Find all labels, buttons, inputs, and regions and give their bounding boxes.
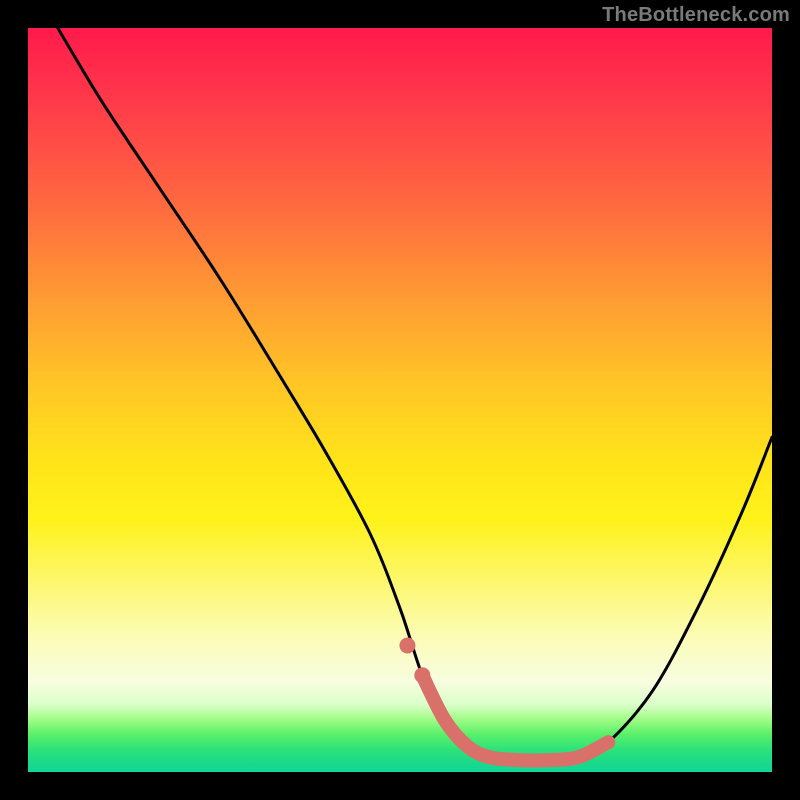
marker-dot-icon: [414, 667, 430, 683]
chart-plot-area: [28, 28, 772, 772]
highlight-segment: [422, 675, 608, 760]
bottleneck-curve: [58, 28, 772, 760]
chart-frame: TheBottleneck.com: [0, 0, 800, 800]
marker-dot-icon: [399, 638, 415, 654]
watermark-label: TheBottleneck.com: [602, 4, 790, 27]
chart-svg: [28, 28, 772, 772]
